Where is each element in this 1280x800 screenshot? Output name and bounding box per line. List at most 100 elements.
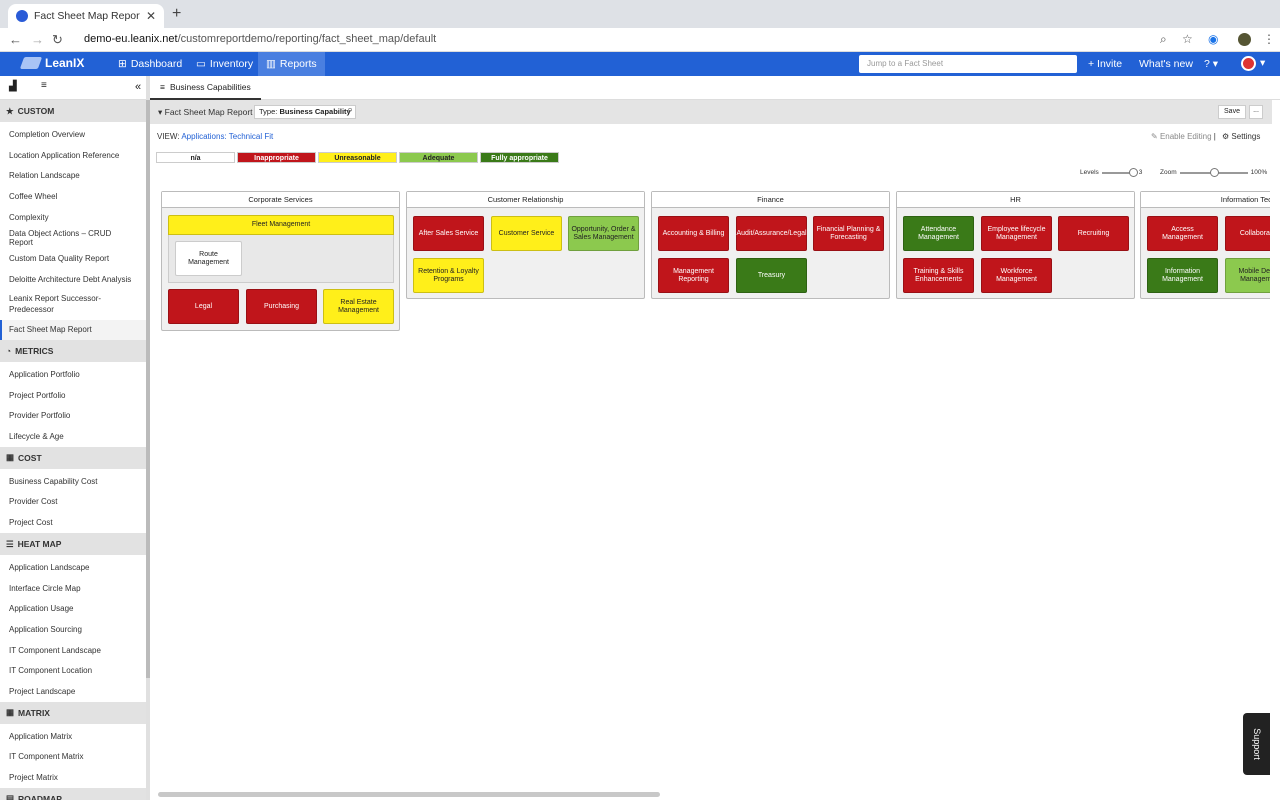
sidebar-item-it-component-matrix[interactable]: IT Component Matrix [0, 747, 146, 768]
sidebar-item-deloitte-architecture-debt-analysis[interactable]: Deloitte Architecture Debt Analysis [0, 269, 146, 290]
view-value-link[interactable]: Applications: Technical Fit [181, 132, 273, 141]
bookmark-star-icon[interactable]: ☆ [1182, 32, 1193, 46]
back-icon[interactable]: ← [9, 32, 22, 47]
box-recruiting[interactable]: Recruiting [1058, 216, 1129, 251]
box-real-estate-management[interactable]: Real Estate Management [323, 289, 394, 324]
box-treasury[interactable]: Treasury [736, 258, 807, 293]
box-attendance-management[interactable]: Attendance Management [903, 216, 974, 251]
box-fleet-management[interactable]: Fleet Management [168, 215, 394, 235]
sidebar-item-project-cost[interactable]: Project Cost [0, 512, 146, 533]
browser-menu-icon[interactable]: ⋮ [1263, 32, 1275, 46]
box-audit-assurance-legal[interactable]: Audit/Assurance/Legal [736, 216, 807, 251]
nav-dashboard[interactable]: ⊞ Dashboard [110, 52, 190, 76]
support-button[interactable]: Support [1243, 713, 1270, 775]
sidebar-item-custom-data-quality-report[interactable]: Custom Data Quality Report [0, 248, 146, 269]
enable-editing-button[interactable]: ✎ Enable Editing | [1151, 132, 1216, 141]
levels-track[interactable] [1101, 167, 1138, 177]
box-financial-planning[interactable]: Financial Planning & Forecasting [813, 216, 884, 251]
sidebar-section-metrics[interactable]: ◔ METRICS [0, 340, 146, 363]
box-employee-lifecycle[interactable]: Employee lifecycle Management [981, 216, 1052, 251]
sidebar-item-application-sourcing[interactable]: Application Sourcing [0, 619, 146, 640]
box-retention-loyalty[interactable]: Retention & Loyalty Programs [413, 258, 484, 293]
sidebar-item-application-usage[interactable]: Application Usage [0, 598, 146, 619]
new-tab-icon[interactable]: + [172, 5, 181, 23]
sidebar-item-project-landscape[interactable]: Project Landscape [0, 681, 146, 702]
sidebar-item-application-matrix[interactable]: Application Matrix [0, 726, 146, 747]
box-purchasing[interactable]: Purchasing [246, 289, 317, 324]
box-route-management[interactable]: Route Management [175, 241, 242, 276]
box-opportunity-order-sales[interactable]: Opportunity, Order & Sales Management [568, 216, 639, 251]
box-access-management[interactable]: Access Management [1147, 216, 1218, 251]
report-title[interactable]: ▾ Fact Sheet Map Report [158, 107, 253, 118]
box-accounting-billing[interactable]: Accounting & Billing [658, 216, 729, 251]
sidebar-scroll-thumb[interactable] [146, 100, 150, 678]
sidebar-item-application-portfolio[interactable]: Application Portfolio [0, 364, 146, 385]
sidebar-section-matrix[interactable]: ▦ MATRIX [0, 701, 146, 724]
sidebar-item-business-capability-cost[interactable]: Business Capability Cost [0, 471, 146, 492]
more-options-button[interactable]: ... [1249, 105, 1263, 119]
sidebar-item-data-object-actions-crud-report[interactable]: Data Object Actions – CRUD Report [0, 227, 146, 248]
zoom-search-icon[interactable]: ⌕ [1160, 32, 1167, 47]
sidebar-item-completion-overview[interactable]: Completion Overview [0, 124, 146, 145]
profile-avatar[interactable] [1238, 33, 1251, 46]
sidebar-section-cost[interactable]: ▦ COST [0, 446, 146, 469]
sidebar-item-lifecycle-age[interactable]: Lifecycle & Age [0, 426, 146, 447]
close-tab-icon[interactable]: ✕ [146, 9, 156, 23]
box-customer-service[interactable]: Customer Service [491, 216, 562, 251]
sidebar-item-interface-circle-map[interactable]: Interface Circle Map [0, 578, 146, 599]
help-icon[interactable]: ? ▾ [1204, 58, 1218, 70]
user-menu-chevron-icon[interactable]: ▾ [1260, 57, 1265, 69]
search-icon[interactable]: ⌕ [347, 104, 353, 117]
box-after-sales-service[interactable]: After Sales Service [413, 216, 484, 251]
sidebar-scrollbar[interactable] [146, 76, 150, 800]
url-field[interactable]: demo-eu.leanix.net/customreportdemo/repo… [78, 30, 1178, 50]
collapse-sidebar-icon[interactable]: « [135, 81, 141, 93]
save-button[interactable]: Save [1218, 105, 1246, 119]
sidebar-item-location-application-reference[interactable]: Location Application Reference [0, 145, 146, 166]
settings-button[interactable]: ⚙ Settings [1222, 132, 1260, 141]
sidebar-item-it-component-landscape[interactable]: IT Component Landscape [0, 640, 146, 661]
tab-business-capabilities[interactable]: ≡ Business Capabilities [150, 76, 261, 100]
sidebar-section-roadmap[interactable]: ▤ ROADMAP [0, 787, 146, 800]
invite-button[interactable]: + Invite [1088, 58, 1122, 70]
browser-tab[interactable]: Fact Sheet Map Report | LeanIX ✕ [8, 4, 164, 28]
levels-slider[interactable]: Levels 3 [1080, 167, 1142, 177]
reports-chart-icon[interactable]: ▟ [9, 81, 17, 92]
nav-inventory[interactable]: ▭ Inventory [188, 52, 261, 76]
sidebar-section-heat-map[interactable]: ☰ HEAT MAP [0, 533, 146, 555]
levels-knob[interactable] [1128, 167, 1138, 177]
whats-new-button[interactable]: What's new [1139, 58, 1193, 70]
sidebar-item-leanix-report-successor-predecessor[interactable]: Leanix Report Successor-Predecessor [0, 290, 146, 320]
sidebar-item-project-portfolio[interactable]: Project Portfolio [0, 385, 146, 406]
box-information-management[interactable]: Information Management [1147, 258, 1218, 293]
sidebar-item-it-component-location[interactable]: IT Component Location [0, 660, 146, 681]
type-filter[interactable]: Type: Business Capability [254, 105, 356, 119]
user-avatar[interactable] [1241, 56, 1256, 71]
filter-icon[interactable]: ≡ [41, 80, 47, 91]
box-management-reporting[interactable]: Management Reporting [658, 258, 729, 293]
sidebar-item-provider-cost[interactable]: Provider Cost [0, 492, 146, 513]
sidebar-section-custom[interactable]: ★ CUSTOM [0, 100, 146, 122]
box-mobile-device-management[interactable]: Mobile Device Management [1225, 258, 1270, 293]
sidebar-item-provider-portfolio[interactable]: Provider Portfolio [0, 406, 146, 427]
zoom-knob[interactable] [1209, 167, 1219, 177]
reload-icon[interactable]: ↻ [52, 32, 63, 48]
box-collaboration[interactable]: Collaboration [1225, 216, 1270, 251]
extension-icon[interactable]: ◉ [1208, 32, 1218, 46]
nav-reports[interactable]: ▥ Reports [258, 52, 325, 76]
zoom-track[interactable] [1179, 167, 1248, 177]
zoom-slider[interactable]: Zoom 100% [1160, 167, 1267, 177]
box-legal[interactable]: Legal [168, 289, 239, 324]
jump-to-fact-sheet-input[interactable]: Jump to a Fact Sheet [859, 55, 1077, 73]
sidebar-item-relation-landscape[interactable]: Relation Landscape [0, 165, 146, 186]
sidebar-item-project-matrix[interactable]: Project Matrix [0, 767, 146, 788]
sidebar-item-fact-sheet-map-report[interactable]: Fact Sheet Map Report [0, 319, 146, 341]
leanix-logo[interactable]: LeanIX [19, 56, 84, 70]
sidebar-item-application-landscape[interactable]: Application Landscape [0, 557, 146, 578]
box-training-skills[interactable]: Training & Skills Enhancements [903, 258, 974, 293]
sidebar-item-coffee-wheel[interactable]: Coffee Wheel [0, 186, 146, 207]
horizontal-scrollbar[interactable] [158, 792, 660, 797]
sidebar-item-complexity[interactable]: Complexity [0, 207, 146, 228]
box-workforce-management[interactable]: Workforce Management [981, 258, 1052, 293]
forward-icon[interactable]: → [31, 32, 44, 47]
